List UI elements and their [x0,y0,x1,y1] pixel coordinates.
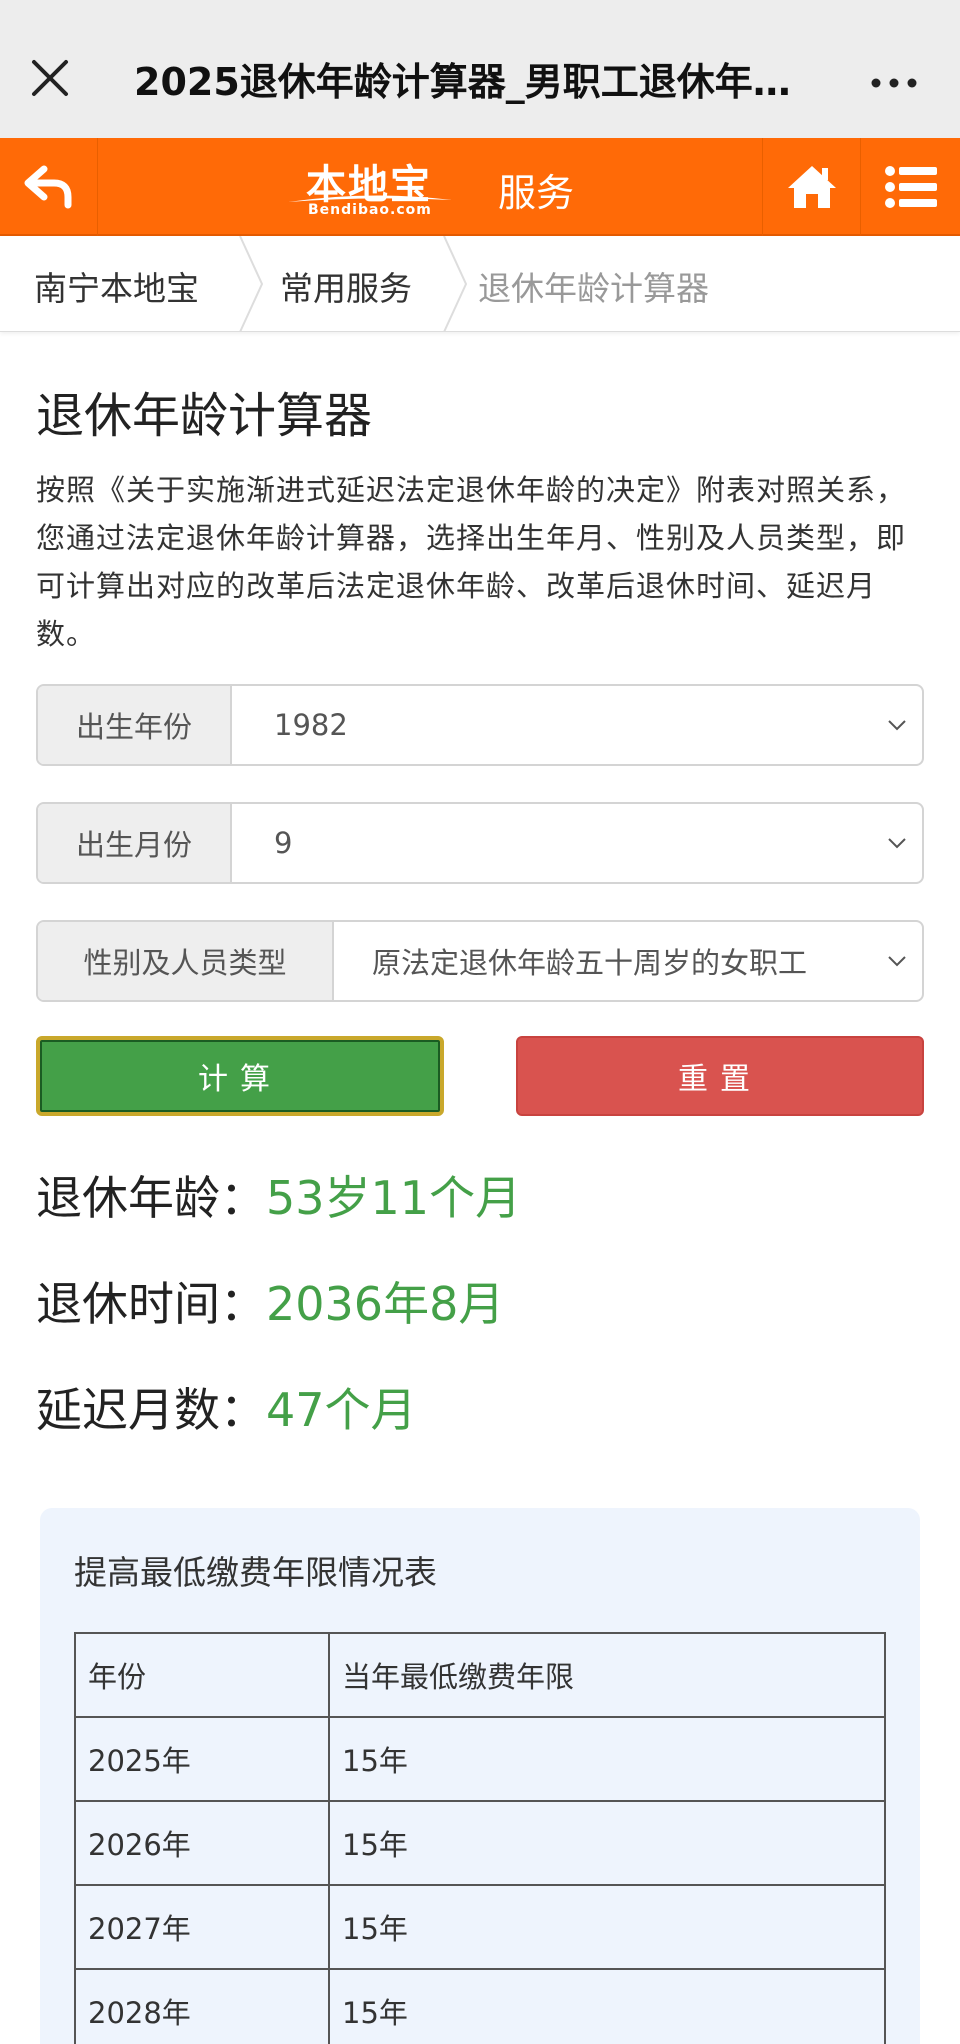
contribution-table-card: 提高最低缴费年限情况表 年份 当年最低缴费年限 2025年 15年 2026年 … [40,1508,920,2044]
birth-year-value: 1982 [274,708,348,742]
table-row: 2027年 15年 [74,1884,886,1970]
birth-month-label: 出生月份 [38,804,232,882]
table-cell: 2026年 [74,1800,330,1886]
nav-section-title: 服务 [498,171,575,215]
retire-age-value: 53岁11个月 [266,1171,522,1225]
table-row: 2028年 15年 [74,1968,886,2044]
person-type-select[interactable]: 性别及人员类型 原法定退休年龄五十周岁的女职工 [36,920,924,1002]
home-button[interactable] [762,138,860,236]
table-cell: 2027年 [74,1884,330,1970]
logo-subtext: Bendibao.com [308,202,432,218]
breadcrumb-separator-icon [239,236,264,332]
chevron-down-icon [888,956,906,967]
table-cell: 15年 [328,1884,886,1970]
delay-months-result: 延迟月数：47个月 [36,1374,417,1440]
person-type-label: 性别及人员类型 [38,922,334,1000]
table-cell: 15年 [328,1716,886,1802]
table-header-cell: 年份 [74,1632,330,1718]
breadcrumb-item-current: 退休年龄计算器 [478,269,709,308]
contribution-table: 年份 当年最低缴费年限 2025年 15年 2026年 15年 2027年 15… [74,1632,886,2044]
browser-title-bar: 2025退休年龄计算器_男职工退休年… [0,0,960,138]
site-logo[interactable]: 本地宝 Bendibao.com [286,152,454,222]
reset-button[interactable]: 重置 [516,1036,924,1116]
retire-time-label: 退休时间： [36,1277,266,1331]
chevron-down-icon [888,720,906,731]
more-options-icon[interactable] [870,68,918,98]
birth-year-label: 出生年份 [38,686,232,764]
calculate-button[interactable]: 计算 [36,1036,444,1116]
window-title: 2025退休年龄计算器_男职工退休年… [134,60,791,104]
breadcrumb-item-home[interactable]: 南宁本地宝 [34,262,199,310]
back-button[interactable] [0,138,98,236]
breadcrumb: 南宁本地宝 常用服务 退休年龄计算器 [0,236,960,332]
back-arrow-icon [24,165,71,209]
list-menu-icon [884,166,937,208]
table-header-row: 年份 当年最低缴费年限 [74,1632,886,1718]
birth-year-select[interactable]: 出生年份 1982 [36,684,924,766]
menu-button[interactable] [860,138,960,236]
table-cell: 2025年 [74,1716,330,1802]
contribution-table-title: 提高最低缴费年限情况表 [74,1553,437,1592]
table-row: 2025年 15年 [74,1716,886,1802]
person-type-value: 原法定退休年龄五十周岁的女职工 [372,946,808,980]
table-cell: 2028年 [74,1968,330,2044]
retire-time-value: 2036年8月 [266,1277,505,1331]
breadcrumb-item-services[interactable]: 常用服务 [280,262,412,310]
retire-age-label: 退休年龄： [36,1171,266,1225]
table-header-cell: 当年最低缴费年限 [328,1632,886,1718]
birth-month-select[interactable]: 出生月份 9 [36,802,924,884]
birth-month-value: 9 [274,826,293,860]
delay-months-label: 延迟月数： [36,1383,266,1437]
chevron-down-icon [888,838,906,849]
close-icon[interactable] [28,56,72,100]
table-cell: 15年 [328,1800,886,1886]
retire-age-result: 退休年龄：53岁11个月 [36,1162,521,1228]
delay-months-value: 47个月 [266,1383,417,1437]
site-nav-bar: 本地宝 Bendibao.com 服务 [0,138,960,236]
retire-time-result: 退休时间：2036年8月 [36,1268,504,1334]
page-title: 退休年龄计算器 [36,388,373,444]
breadcrumb-separator-icon [443,236,468,332]
page-description: 按照《关于实施渐进式延迟法定退休年龄的决定》附表对照关系，您通过法定退休年龄计算… [36,473,907,651]
table-row: 2026年 15年 [74,1800,886,1886]
home-icon [787,166,836,208]
table-cell: 15年 [328,1968,886,2044]
